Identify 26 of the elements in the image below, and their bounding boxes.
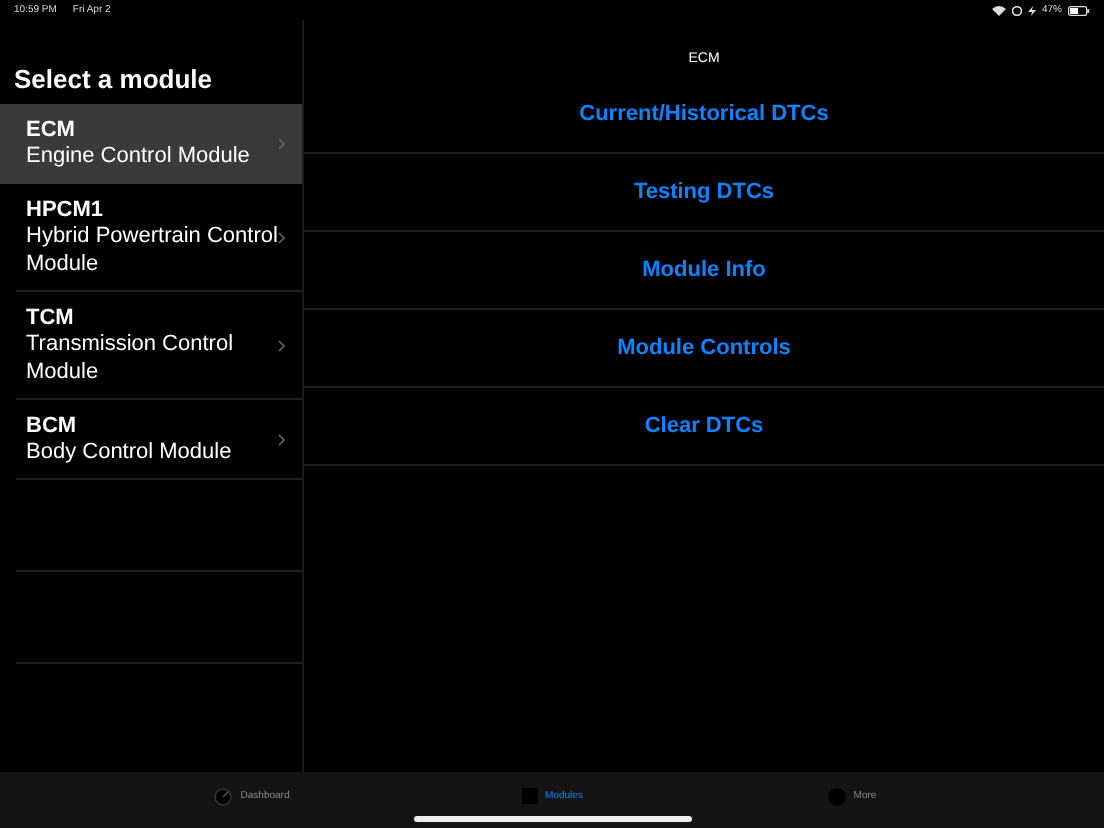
chevron-icon — [278, 340, 286, 352]
action-button[interactable]: Current/Historical DTCs — [575, 98, 833, 130]
action-button[interactable]: Testing DTCs — [629, 176, 779, 208]
chevron-icon — [278, 138, 286, 150]
battery-icon — [1068, 5, 1090, 15]
action-button[interactable]: Module Info — [638, 254, 770, 286]
gauge-icon — [214, 787, 233, 805]
module-list-item[interactable]: TCM Transmission Control Module — [0, 292, 302, 400]
module-list-item[interactable]: ECM Engine Control Module — [0, 104, 302, 184]
chevron-icon — [278, 434, 286, 446]
module-code: ECM — [26, 118, 77, 142]
module-name: Transmission Control Module — [26, 330, 236, 386]
action-button[interactable]: Clear DTCs — [640, 410, 768, 442]
module-name: Body Control Module — [26, 438, 234, 466]
module-name: Engine Control Module — [26, 142, 252, 170]
chevron-icon — [278, 232, 286, 244]
module-list-item[interactable]: HPCM1 Hybrid Powertrain Control Module — [0, 184, 302, 292]
charging-icon — [1027, 5, 1036, 15]
module-code: BCM — [26, 414, 79, 438]
module-name: Hybrid Powertrain Control Module — [26, 222, 278, 278]
action-button[interactable]: Module Controls — [613, 332, 795, 364]
module-list-item[interactable]: BCM Body Control Module — [0, 400, 302, 480]
module-code: TCM — [26, 306, 76, 330]
sidebar-title: Select a module — [14, 64, 214, 96]
module-code: HPCM1 — [26, 198, 106, 222]
wifi-icon — [991, 5, 1006, 15]
